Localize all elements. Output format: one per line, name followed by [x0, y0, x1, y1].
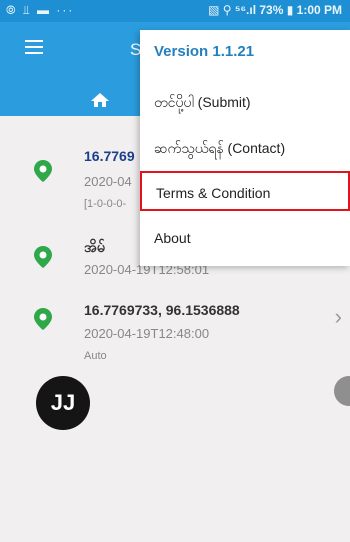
menu-item-about[interactable]: About: [140, 218, 350, 258]
item-meta: [1-0-0-0-: [84, 198, 127, 210]
hamburger-icon[interactable]: [25, 40, 43, 58]
status-bar-left-icons: ⦾ ⫫ ▬ ···: [6, 3, 75, 17]
location-pin-icon: [34, 160, 52, 182]
item-date: 2020-04: [84, 174, 132, 189]
overflow-menu: Version 1.1.21 တင်ပို့ပါ (Submit) ဆက်သွယ…: [140, 30, 350, 266]
item-meta: Auto: [84, 350, 107, 362]
location-pin-icon: [34, 246, 52, 268]
location-pin-icon: [34, 308, 52, 330]
avatar[interactable]: JJ: [36, 376, 90, 430]
home-icon[interactable]: [90, 92, 110, 108]
floating-action-button[interactable]: [334, 376, 350, 406]
menu-item-submit[interactable]: တင်ပို့ပါ (Submit): [140, 82, 350, 122]
item-title: 16.7769: [84, 148, 135, 164]
status-bar: ⦾ ⫫ ▬ ··· ▧ ⚲ ⁵⁶.ıl 73% ▮ 1:00 PM: [0, 0, 350, 22]
item-date: 2020-04-19T12:48:00: [84, 326, 210, 341]
menu-item-terms[interactable]: Terms & Condition: [140, 171, 350, 211]
menu-item-contact[interactable]: ဆက်သွယ်ရန် (Contact): [140, 128, 350, 168]
chevron-right-icon[interactable]: ›: [335, 304, 342, 330]
item-title: အိမ်: [84, 239, 105, 255]
list-item[interactable]: 16.7769733, 96.1536888 2020-04-19T12:48:…: [0, 298, 350, 368]
menu-version-label: Version 1.1.21: [154, 43, 255, 60]
status-bar-right-info: ▧ ⚲ ⁵⁶.ıl 73% ▮ 1:00 PM: [208, 3, 342, 17]
item-title: 16.7769733, 96.1536888: [84, 302, 240, 318]
